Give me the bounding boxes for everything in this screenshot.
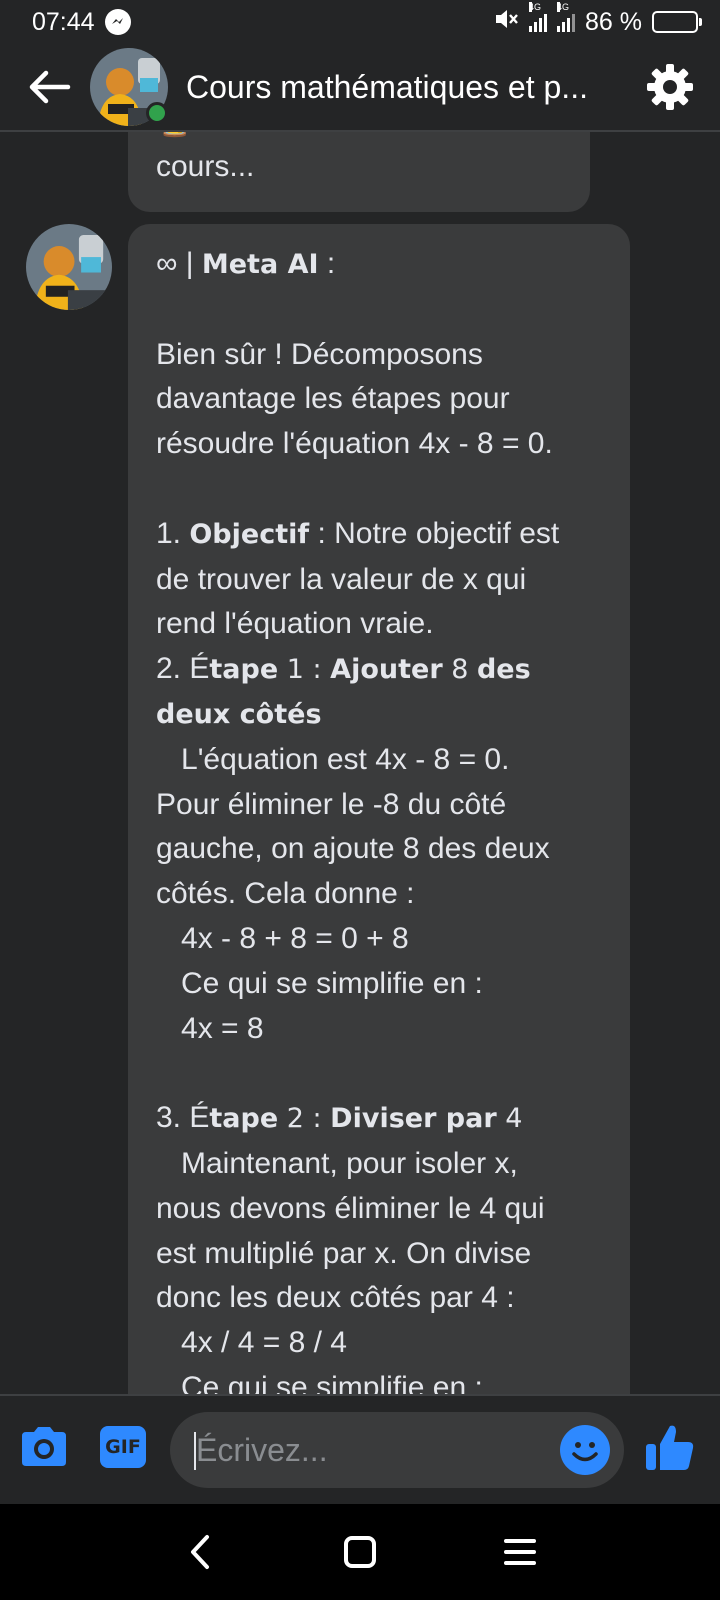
message-line: L'équation est 4x - 8 = 0. (156, 742, 510, 776)
message-list[interactable]: ⌛ Connexion à Meta AI en cours... ∞ | Me… (0, 132, 720, 1394)
battery-percent: 86 % (585, 7, 642, 36)
message-line: davantage les étapes pour (156, 382, 510, 416)
message-composer: GIF (0, 1394, 720, 1504)
messenger-notification-icon (104, 9, 131, 35)
step-3-heading: 3. Étape 2 : Diviser par 4 (156, 1101, 523, 1135)
chat-title[interactable]: Cours mathématiques et p... (186, 69, 616, 106)
arrow-left-icon (29, 70, 71, 104)
message-line: résoudre l'équation 4x - 8 = 0. (156, 427, 553, 461)
message-line: donc les deux côtés par 4 : (156, 1281, 515, 1315)
message-bubble-meta-ai[interactable]: ∞ | Meta AI : Bien sûr ! Décomposons dav… (128, 224, 630, 1394)
nav-home-button[interactable] (340, 1532, 380, 1572)
message-bubble-previous[interactable]: ⌛ Connexion à Meta AI en cours... (128, 132, 590, 212)
gear-icon (647, 64, 693, 110)
status-bar: 07:44 4G 4G 86 % (0, 0, 720, 44)
chat-header: Cours mathématiques et p... (0, 44, 720, 132)
like-button[interactable] (642, 1420, 698, 1476)
camera-button[interactable] (18, 1424, 70, 1470)
message-line: côtés. Cela donne : (156, 877, 415, 911)
message-line: cours... (156, 149, 255, 183)
message-line: Pour éliminer le -8 du côté (156, 787, 507, 821)
message-input-container[interactable] (170, 1412, 624, 1488)
message-line: rend l'équation vraie. (156, 607, 434, 641)
menu-icon (504, 1539, 536, 1565)
nav-back-button[interactable] (180, 1532, 220, 1572)
online-status-dot (146, 102, 168, 124)
message-line: 4x = 8 (156, 1011, 264, 1045)
message-line: Ce qui se simplifie en : (156, 966, 483, 1000)
signal-icon-2: 4G (557, 2, 576, 32)
mute-icon (493, 7, 519, 38)
message-line: Bien sûr ! Décomposons (156, 337, 483, 371)
signal-icon-1: 4G (529, 2, 548, 32)
message-line: 4x / 4 = 8 / 4 (156, 1326, 347, 1360)
back-button[interactable] (10, 47, 90, 127)
sender-avatar[interactable] (26, 224, 112, 310)
step-1-heading: 1. Objectif : Notre objectif est (156, 516, 560, 550)
message-line: de trouver la valeur de x qui (156, 562, 527, 596)
message-line: gauche, on ajoute 8 des deux (156, 832, 550, 866)
message-line: Ce qui se simplifie en : (156, 1370, 483, 1394)
message-line: est multiplié par x. On divise (156, 1236, 532, 1270)
message-line: Maintenant, pour isoler x, (156, 1146, 518, 1180)
camera-icon (22, 1427, 66, 1466)
status-time: 07:44 (32, 7, 95, 36)
chevron-left-icon (191, 1535, 209, 1569)
gif-button[interactable]: GIF (100, 1426, 146, 1468)
message-line: 4x - 8 + 8 = 0 + 8 (156, 921, 409, 955)
step-2-heading: 2. Étape 1 : Ajouter 8 des (156, 652, 531, 686)
emoji-button[interactable] (560, 1425, 610, 1475)
sender-name: Meta AI (201, 249, 319, 280)
square-home-icon (344, 1536, 376, 1568)
message-line: nous devons éliminer le 4 qui (156, 1191, 545, 1225)
smiley-icon (572, 1442, 598, 1462)
nav-menu-button[interactable] (500, 1532, 540, 1572)
battery-icon (652, 11, 702, 33)
message-input[interactable] (196, 1412, 526, 1488)
system-navigation-bar (0, 1504, 720, 1600)
group-avatar[interactable] (90, 48, 168, 126)
message-line: ⌛ Connexion à Meta AI en (156, 132, 562, 145)
step-2-heading-continued: deux côtés (156, 698, 322, 730)
thumbs-up-icon (646, 1425, 694, 1470)
sender-line: ∞ | Meta AI : (156, 247, 336, 280)
settings-button[interactable] (642, 59, 698, 115)
